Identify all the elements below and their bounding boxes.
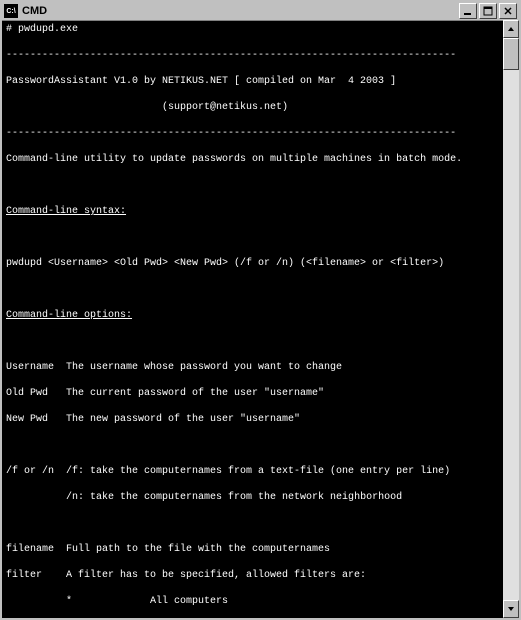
- prompt: #: [6, 24, 18, 35]
- option-filter: filter A filter has to be specified, all…: [6, 569, 501, 582]
- filter-1: * All computers: [6, 595, 501, 608]
- option-fn-f: /f or /n /f: take the computernames from…: [6, 465, 501, 478]
- console-output[interactable]: # pwdupd.exe ---------------------------…: [2, 21, 519, 618]
- command-text: pwdupd.exe: [18, 24, 78, 35]
- window-title: CMD: [22, 5, 457, 17]
- close-button[interactable]: [499, 3, 517, 19]
- cmd-window: C:\ CMD # pwdupd.exe -------------------…: [0, 0, 521, 620]
- options-heading: Command-line options:: [6, 309, 501, 322]
- syntax-line: pwdupd <Username> <Old Pwd> <New Pwd> (/…: [6, 257, 501, 270]
- description: Command-line utility to update passwords…: [6, 153, 501, 166]
- scroll-track[interactable]: [503, 38, 519, 600]
- cmd-icon: C:\: [4, 4, 18, 18]
- option-filename: filename Full path to the file with the …: [6, 543, 501, 556]
- divider: ----------------------------------------…: [6, 127, 501, 140]
- maximize-button[interactable]: [479, 3, 497, 19]
- minimize-button[interactable]: [459, 3, 477, 19]
- app-header: PasswordAssistant V1.0 by NETIKUS.NET [ …: [6, 75, 501, 88]
- scroll-down-button[interactable]: [503, 600, 519, 618]
- scroll-up-button[interactable]: [503, 20, 519, 38]
- vertical-scrollbar[interactable]: [503, 20, 519, 618]
- option-username: Username The username whose password you…: [6, 361, 501, 374]
- app-contact: (support@netikus.net): [6, 101, 501, 114]
- scroll-thumb[interactable]: [503, 38, 519, 70]
- option-oldpwd: Old Pwd The current password of the user…: [6, 387, 501, 400]
- divider: ----------------------------------------…: [6, 49, 501, 62]
- option-fn-n: /n: take the computernames from the netw…: [6, 491, 501, 504]
- option-newpwd: New Pwd The new password of the user "us…: [6, 413, 501, 426]
- titlebar: C:\ CMD: [2, 2, 519, 21]
- syntax-heading: Command-line syntax:: [6, 205, 501, 218]
